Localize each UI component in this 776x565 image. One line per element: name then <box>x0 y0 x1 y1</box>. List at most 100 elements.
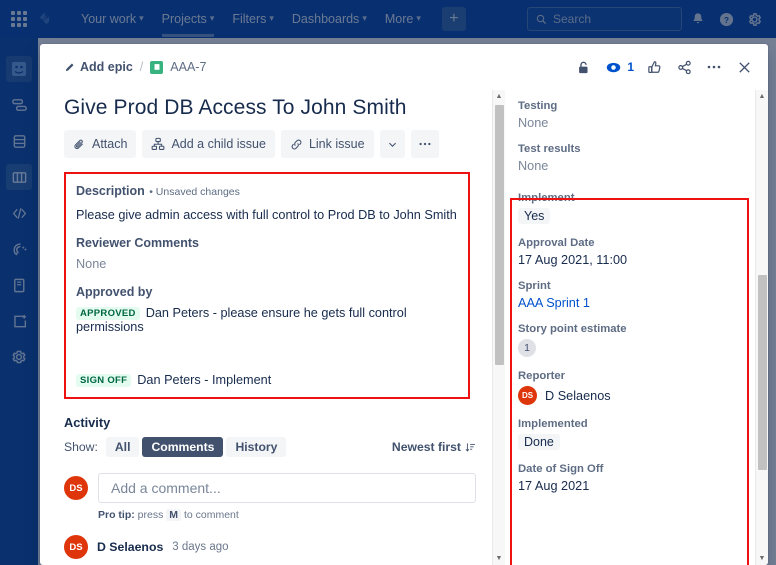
field-value: D Selaenos <box>545 388 611 403</box>
edit-pencil-icon <box>65 63 74 71</box>
field-date-of-sign-off: Date of Sign Off 17 Aug 2021 <box>518 463 741 493</box>
issue-details-panel: Testing None Test results None Implement… <box>505 90 755 565</box>
field-label: Implement <box>518 192 575 204</box>
sort-desc-icon <box>465 443 475 452</box>
field-label: Implemented <box>518 418 588 430</box>
activity-filter-comments[interactable]: Comments <box>142 437 224 458</box>
field-value[interactable]: None <box>518 116 741 130</box>
main-scrollbar[interactable]: ▲ ▼ <box>492 90 505 565</box>
issue-main-column: Give Prod DB Access To John Smith Attach… <box>40 90 492 565</box>
description-highlight-box: Description • Unsaved changes Please giv… <box>64 172 470 400</box>
field-value[interactable]: AAA Sprint 1 <box>518 296 741 310</box>
field-value-wrap: Done <box>518 434 741 450</box>
field-label: Date of Sign Off <box>518 463 604 475</box>
field-value[interactable]: 1 <box>518 339 536 357</box>
attach-button[interactable]: Attach <box>64 130 137 158</box>
side-scrollbar[interactable]: ▲ ▼ <box>755 90 768 565</box>
activity-show-label: Show: <box>64 440 98 455</box>
watch-count: 1 <box>627 60 634 74</box>
activity-section: Activity Show: All Comments History Newe… <box>64 415 476 560</box>
approved-by-value: APPROVED Dan Peters - please ensure he ge… <box>76 306 458 334</box>
add-epic-button[interactable]: Add epic <box>64 60 133 74</box>
breadcrumb-separator: / <box>139 60 144 74</box>
page-title: Give Prod DB Access To John Smith <box>64 96 407 119</box>
modal-header-actions: 1 <box>573 57 754 77</box>
description-label: Description <box>76 184 145 198</box>
breadcrumb: Add epic / AAA-7 <box>64 60 206 74</box>
activity-sort-label: Newest first <box>391 440 461 455</box>
screen-root: Your work ▾ Projects ▾ Filters ▾ Dashboa… <box>0 0 776 565</box>
field-value-wrap: 1 <box>518 339 741 357</box>
close-icon[interactable] <box>734 57 754 77</box>
field-value[interactable]: Done <box>518 434 560 450</box>
field-label: Testing <box>518 100 558 112</box>
field-label: Approval Date <box>518 237 595 249</box>
sign-off-status-badge: SIGN OFF <box>76 374 132 388</box>
link-issue-button[interactable]: Link issue <box>280 130 374 158</box>
modal-header: Add epic / AAA-7 1 <box>40 44 768 90</box>
comment-input[interactable]: Add a comment... <box>98 473 476 504</box>
action-more-button[interactable] <box>410 130 439 158</box>
scrollbar-thumb[interactable] <box>495 105 504 365</box>
unsaved-changes-status: • Unsaved changes <box>149 186 240 198</box>
unlock-icon[interactable] <box>573 57 593 77</box>
description-text[interactable]: Please give admin access with full contr… <box>76 208 458 222</box>
comment-timestamp: 3 days ago <box>172 541 229 554</box>
comment-placeholder: Add a comment... <box>111 480 221 497</box>
activity-filter-history[interactable]: History <box>226 437 287 458</box>
sign-off-value: SIGN OFF Dan Peters - Implement <box>76 373 458 388</box>
approved-status-badge: APPROVED <box>76 307 140 321</box>
pro-tip-suffix: to comment <box>183 509 239 522</box>
field-label: Sprint <box>518 280 551 292</box>
field-implemented: Implemented Done <box>518 418 741 450</box>
activity-filter-all[interactable]: All <box>105 437 140 458</box>
add-epic-label: Add epic <box>80 60 133 74</box>
field-story-point-estimate: Story point estimate 1 <box>518 323 741 357</box>
pro-tip-key: M <box>166 509 182 522</box>
watch-control[interactable]: 1 <box>603 57 634 77</box>
field-value-wrap: Yes <box>518 208 741 224</box>
scroll-up-icon[interactable]: ▲ <box>756 90 768 103</box>
scrollbar-thumb[interactable] <box>758 275 767 470</box>
scroll-up-icon[interactable]: ▲ <box>493 90 505 103</box>
activity-title: Activity <box>64 415 111 431</box>
field-testing: Testing None <box>518 100 741 130</box>
activity-sort-button[interactable]: Newest first <box>392 440 476 454</box>
field-value[interactable]: Yes <box>518 208 551 224</box>
attach-label: Attach <box>92 137 128 151</box>
approved-by-label: Approved by <box>76 285 153 299</box>
field-approval-date: Approval Date 17 Aug 2021, 11:00 <box>518 237 741 267</box>
avatar: DS <box>518 386 537 405</box>
pro-tip-mid: press <box>137 509 164 522</box>
more-actions-icon[interactable] <box>704 57 724 77</box>
description-header: Description • Unsaved changes <box>76 182 458 200</box>
reviewer-comments-value: None <box>76 257 107 271</box>
attach-icon <box>74 139 83 149</box>
pro-tip-text: Pro tip: press M to comment <box>98 509 476 522</box>
add-comment-row: DS Add a comment... <box>64 473 476 504</box>
add-child-issue-button[interactable]: Add a child issue <box>142 130 275 158</box>
thumbs-up-icon[interactable] <box>644 57 664 77</box>
comment-item: DS D Selaenos 3 days ago <box>64 535 476 560</box>
pro-tip-prefix: Pro tip: <box>98 509 135 522</box>
avatar[interactable]: DS <box>64 535 88 560</box>
issue-key-link[interactable]: AAA-7 <box>170 60 206 74</box>
field-reporter: Reporter DS D Selaenos <box>518 370 741 405</box>
scroll-down-icon[interactable]: ▼ <box>756 552 768 565</box>
field-value[interactable]: 17 Aug 2021 <box>518 479 741 493</box>
avatar[interactable]: DS <box>64 476 88 501</box>
chevron-down-icon <box>388 142 396 147</box>
issue-action-buttons: Attach Add a child issue Link issue <box>64 130 476 158</box>
action-dropdown-button[interactable] <box>379 130 405 158</box>
share-icon[interactable] <box>674 57 694 77</box>
field-value-wrap[interactable]: DS D Selaenos <box>518 386 741 405</box>
field-value[interactable]: 17 Aug 2021, 11:00 <box>518 253 741 267</box>
issue-detail-modal: Add epic / AAA-7 1 Give Prod DB Access T… <box>40 44 768 565</box>
field-value[interactable]: None <box>518 159 741 173</box>
eye-icon <box>603 57 623 77</box>
sign-off-text: Dan Peters - Implement <box>137 373 272 388</box>
activity-filter-row: Show: All Comments History Newest first <box>64 437 476 458</box>
scroll-down-icon[interactable]: ▼ <box>493 552 505 565</box>
add-child-issue-label: Add a child issue <box>171 137 266 151</box>
comment-author[interactable]: D Selaenos <box>97 540 163 554</box>
